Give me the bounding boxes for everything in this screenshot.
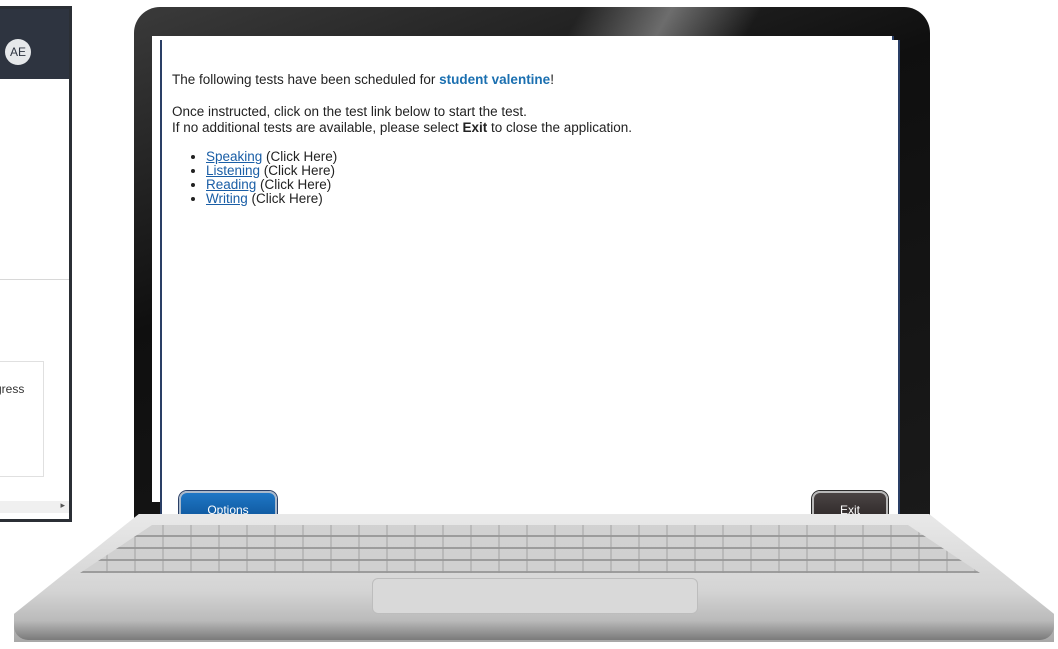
test-link-speaking[interactable]: Speaking bbox=[206, 149, 262, 164]
test-launcher-screen: The following tests have been scheduled … bbox=[160, 40, 900, 540]
test-launcher-content: The following tests have been scheduled … bbox=[172, 72, 888, 206]
intro-prefix: The following tests have been scheduled … bbox=[172, 72, 440, 87]
avatar[interactable]: AE bbox=[5, 39, 31, 65]
test-link-writing[interactable]: Writing bbox=[206, 191, 248, 206]
test-hint: (Click Here) bbox=[247, 191, 323, 206]
intro-suffix: ! bbox=[550, 72, 554, 87]
keyboard-rows bbox=[80, 525, 980, 573]
list-item: Speaking (Click Here) bbox=[206, 150, 888, 164]
lid-shine bbox=[565, 7, 763, 37]
list-item: Reading (Click Here) bbox=[206, 178, 888, 192]
exit-line-prefix: If no additional tests are available, pl… bbox=[172, 120, 463, 135]
list-item: Listening (Click Here) bbox=[206, 164, 888, 178]
scheduled-tests-heading: The following tests have been scheduled … bbox=[172, 72, 888, 88]
background-divider bbox=[0, 279, 69, 280]
instruction-line: Once instructed, click on the test link … bbox=[172, 104, 527, 119]
list-item: Writing (Click Here) bbox=[206, 192, 888, 206]
scroll-right-arrow-icon[interactable]: ▸ bbox=[60, 500, 65, 511]
background-app-window: AE gress ▸ bbox=[0, 6, 72, 522]
test-link-listening[interactable]: Listening bbox=[206, 163, 260, 178]
test-hint: (Click Here) bbox=[260, 163, 336, 178]
test-hint: (Click Here) bbox=[256, 177, 332, 192]
horizontal-scrollbar[interactable]: ▸ bbox=[0, 500, 69, 513]
background-card-text: gress bbox=[0, 382, 25, 396]
exit-line-suffix: to close the application. bbox=[487, 120, 633, 135]
exit-instruction-line: If no additional tests are available, pl… bbox=[172, 120, 888, 136]
test-link-reading[interactable]: Reading bbox=[206, 177, 256, 192]
trackpad bbox=[372, 578, 698, 614]
laptop-base-edge bbox=[14, 620, 1054, 640]
test-list: Speaking (Click Here) Listening (Click H… bbox=[172, 150, 888, 206]
student-name: student valentine bbox=[439, 72, 551, 87]
background-card: gress bbox=[0, 361, 44, 477]
exit-word: Exit bbox=[462, 120, 488, 135]
test-hint: (Click Here) bbox=[262, 149, 338, 164]
